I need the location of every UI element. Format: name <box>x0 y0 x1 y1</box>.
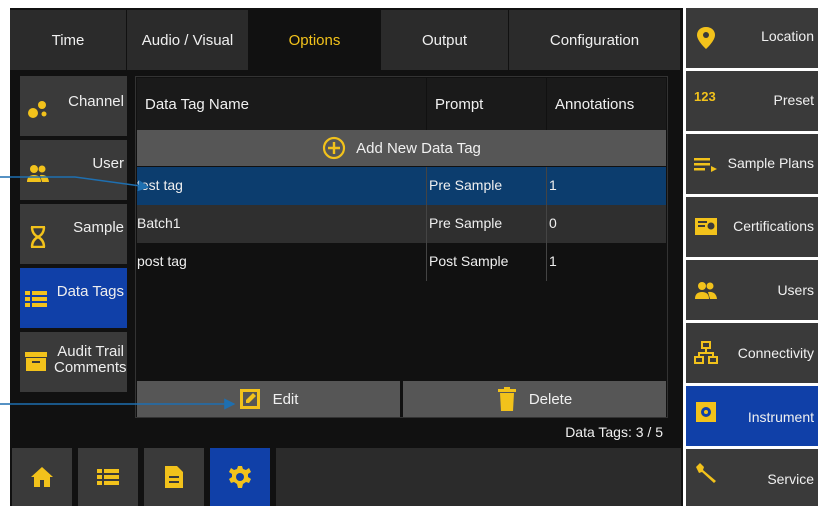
annotation-arrows <box>0 176 236 410</box>
annotation-arrow <box>0 176 150 192</box>
